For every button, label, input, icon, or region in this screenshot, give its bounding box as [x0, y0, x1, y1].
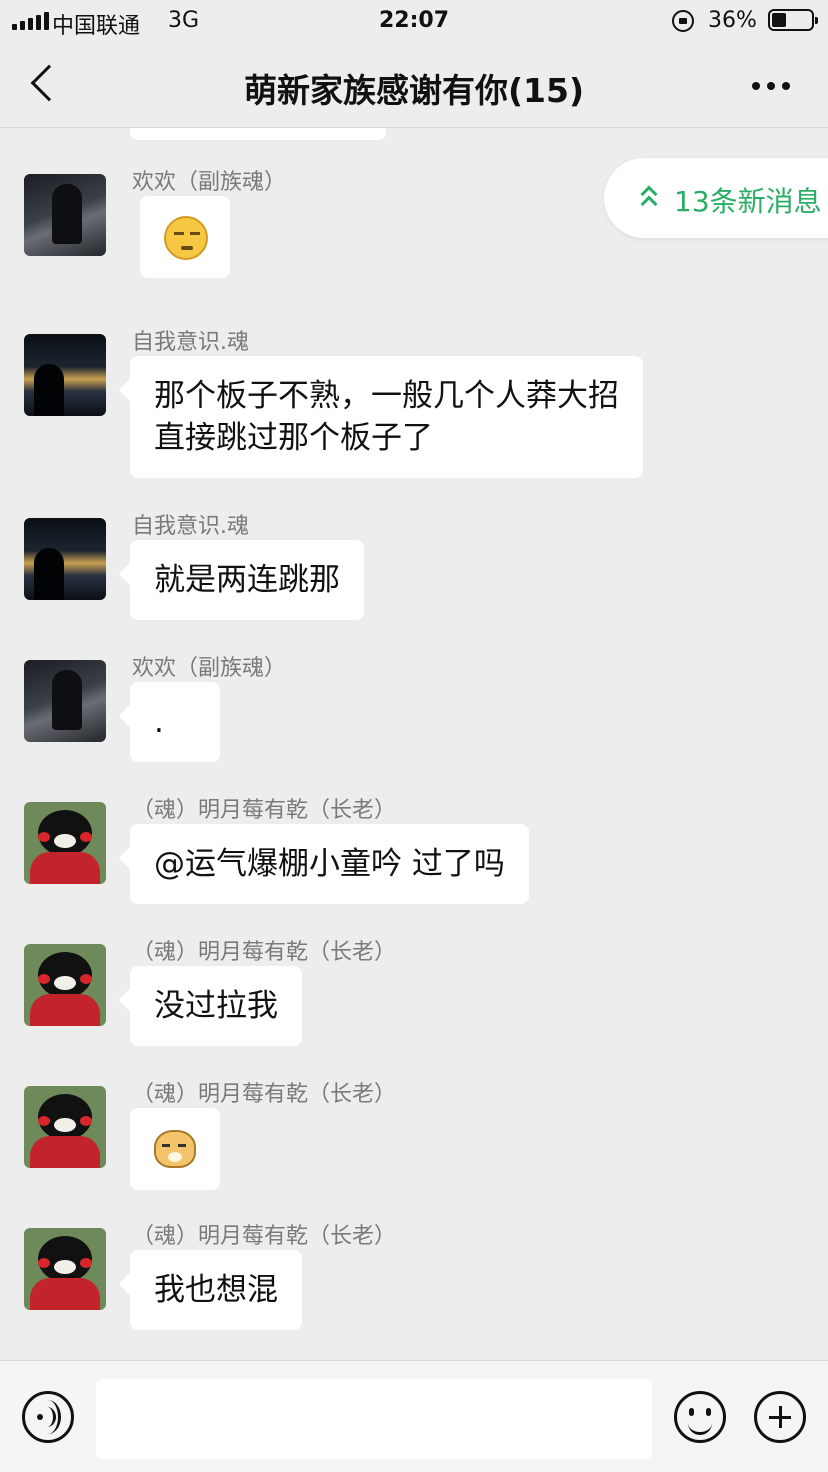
- message-bubble[interactable]: .: [130, 682, 220, 762]
- message-bubble[interactable]: 就是两连跳那: [130, 540, 364, 620]
- partial-message-bubble: [130, 128, 386, 140]
- status-time: 22:07: [378, 8, 450, 33]
- avatar[interactable]: [24, 334, 106, 416]
- status-bar: 中国联通 3G 22:07 36%: [0, 0, 828, 44]
- doge-face-emoji-icon: [154, 1130, 196, 1168]
- new-messages-button[interactable]: 13条新消息: [604, 158, 828, 238]
- emoji-icon[interactable]: [674, 1391, 726, 1443]
- chat-title: 萌新家族感谢有你(15): [243, 71, 585, 110]
- message-bubble[interactable]: 没过拉我: [130, 966, 302, 1046]
- message-bubble[interactable]: 我也想混: [130, 1250, 302, 1330]
- avatar[interactable]: [24, 944, 106, 1026]
- message-bubble[interactable]: 那个板子不熟，一般几个人莽大招 直接跳过那个板子了: [130, 356, 643, 478]
- sender-name: 自我意识.魂: [132, 514, 249, 539]
- message-text-line: .: [154, 704, 164, 740]
- message-text-line: 那个板子不熟，一般几个人莽大招: [154, 378, 619, 414]
- message-text-line: 就是两连跳那: [154, 562, 340, 598]
- avatar[interactable]: [24, 802, 106, 884]
- sender-name: （魂）明月莓有乾（长老）: [132, 1082, 397, 1107]
- sender-name: 自我意识.魂: [132, 330, 249, 355]
- double-chevron-up-icon: [640, 184, 658, 213]
- message-bubble[interactable]: @运气爆棚小童吟 过了吗: [130, 824, 529, 904]
- sender-name: 欢欢（副族魂）: [132, 656, 287, 681]
- sender-name: （魂）明月莓有乾（长老）: [132, 940, 397, 965]
- input-bar: [0, 1360, 828, 1472]
- battery-fill: [772, 13, 786, 27]
- battery-icon: [768, 9, 818, 31]
- sticker-message[interactable]: [130, 1108, 220, 1190]
- ellipsis-icon[interactable]: [752, 82, 790, 90]
- rotation-lock-icon: [672, 10, 694, 32]
- avatar[interactable]: [24, 1086, 106, 1168]
- voice-icon[interactable]: [22, 1391, 74, 1443]
- message-text-line: 直接跳过那个板子了: [154, 420, 433, 456]
- avatar[interactable]: [24, 660, 106, 742]
- message-text-line: 我也想混: [154, 1272, 278, 1308]
- message-input[interactable]: [96, 1379, 652, 1459]
- sticker-message[interactable]: [140, 196, 230, 278]
- avatar[interactable]: [24, 174, 106, 256]
- message-list[interactable]: 欢欢（副族魂） 自我意识.魂 那个板子不熟，一般几个人莽大招 直接跳过那个板子了…: [0, 128, 828, 1360]
- message-text-line: 没过拉我: [154, 988, 278, 1024]
- avatar[interactable]: [24, 518, 106, 600]
- sender-name: （魂）明月莓有乾（长老）: [132, 1224, 397, 1249]
- avatar[interactable]: [24, 1228, 106, 1310]
- plus-icon[interactable]: [754, 1391, 806, 1443]
- message-text-line: @运气爆棚小童吟 过了吗: [154, 846, 505, 882]
- awkward-face-emoji-icon: [164, 216, 208, 260]
- battery-percent: 36%: [708, 8, 757, 33]
- chat-header: 萌新家族感谢有你(15): [0, 44, 828, 128]
- new-messages-label: 13条新消息: [674, 185, 822, 218]
- sender-name: （魂）明月莓有乾（长老）: [132, 798, 397, 823]
- sender-name: 欢欢（副族魂）: [132, 170, 287, 195]
